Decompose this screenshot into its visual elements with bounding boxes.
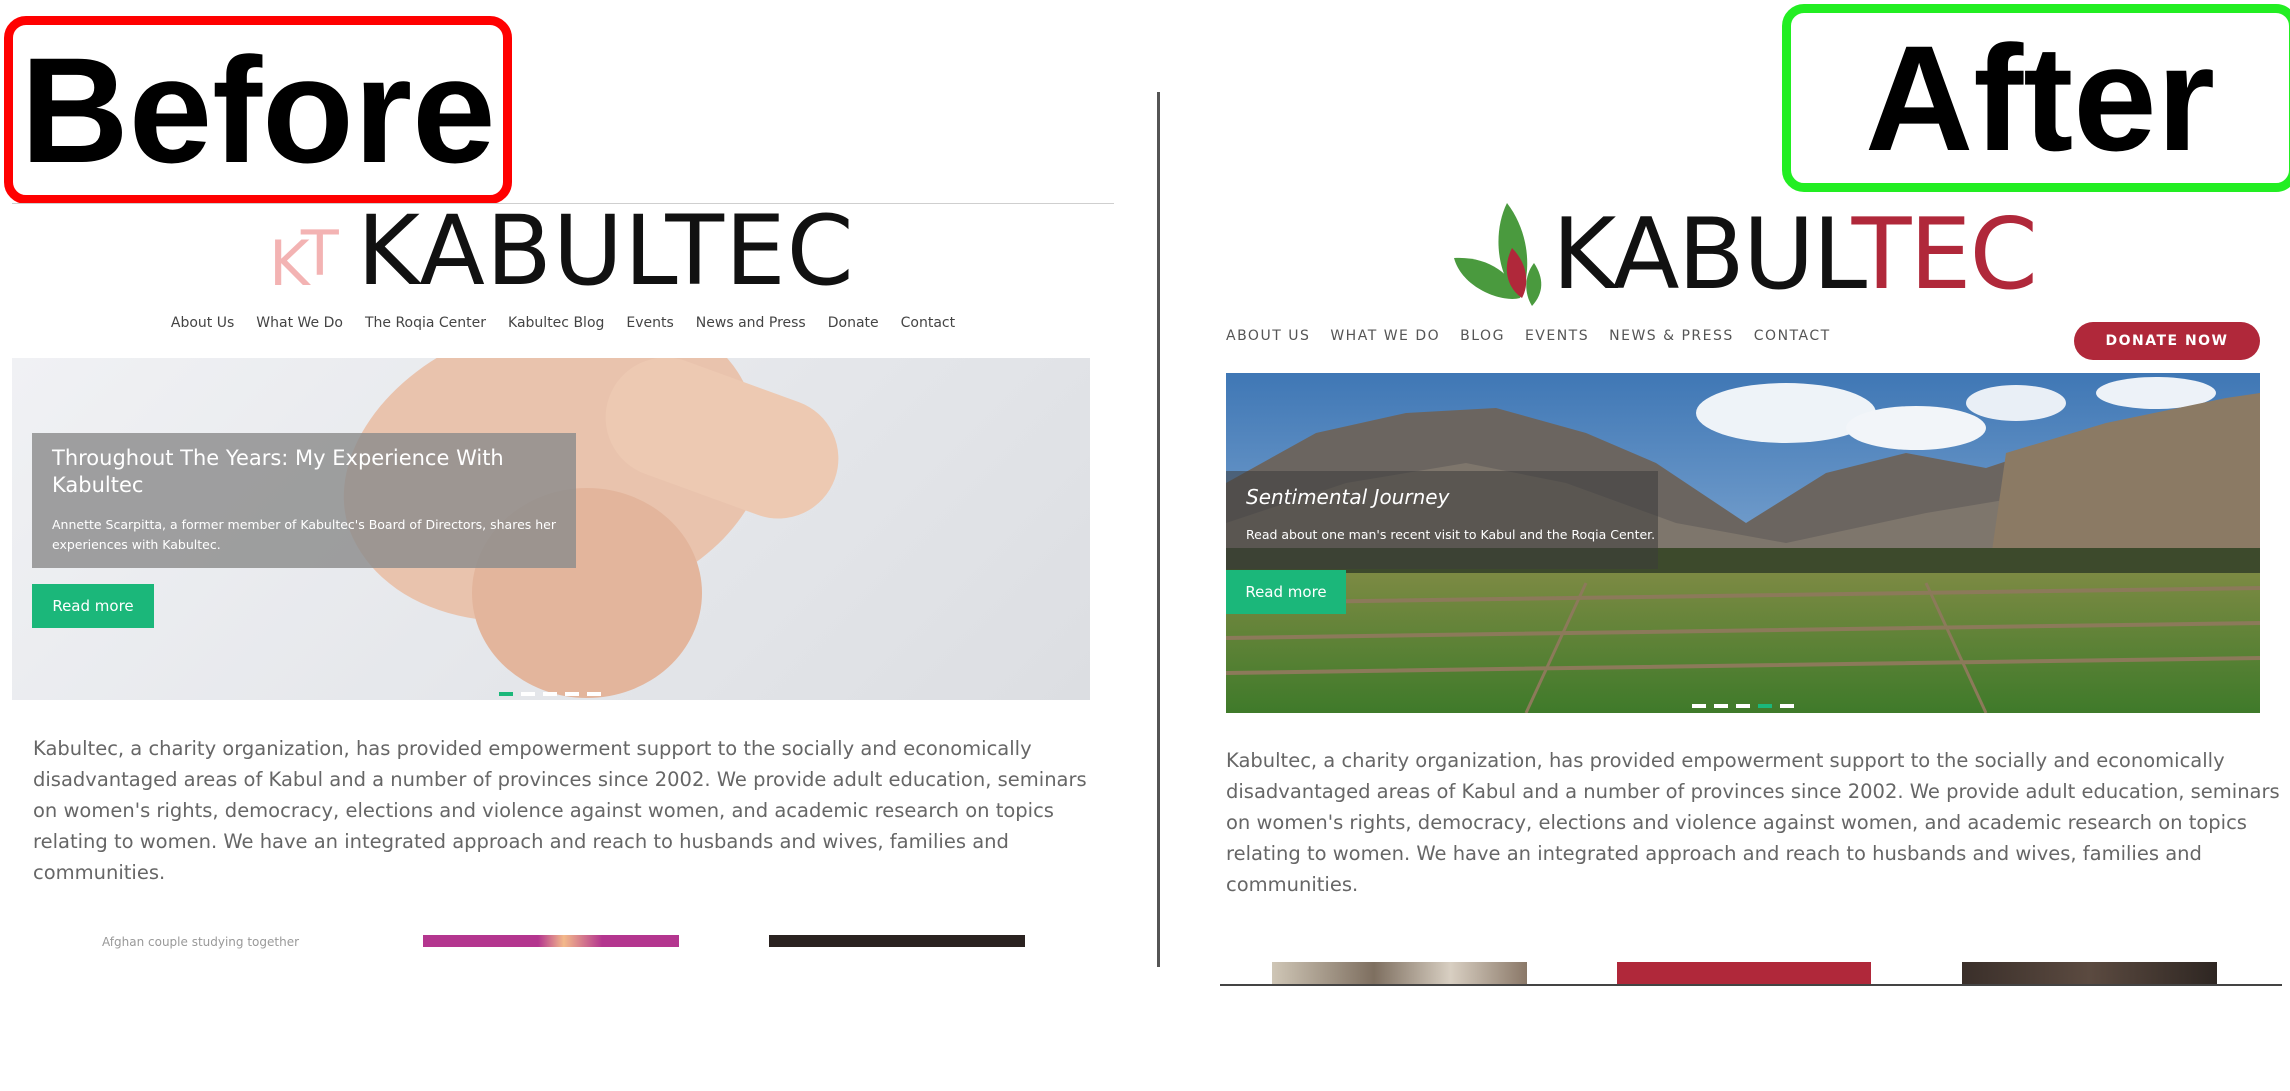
nav-item-events[interactable]: EVENTS [1525,328,1589,344]
logo-wordmark: KABULTEC [1552,198,2038,312]
nav-item-events[interactable]: Events [626,315,673,331]
feature-thumbnail[interactable] [1617,962,1871,984]
nav-item-what-we-do[interactable]: What We Do [256,315,343,331]
nav-item-blog[interactable]: BLOG [1460,328,1505,344]
logo-monogram: KT [269,217,339,300]
nav-item-contact[interactable]: CONTACT [1754,328,1831,344]
site-logo[interactable]: KABULTEC [1452,188,2052,312]
nav-item-about-us[interactable]: ABOUT US [1226,328,1310,344]
main-nav: About Us What We Do The Roqia Center Kabult… [12,315,1114,331]
logo-wordmark: KABULTEC [357,195,855,307]
before-label: Before [4,16,512,204]
slider-dot[interactable] [1736,704,1750,708]
slider-dot[interactable] [1692,704,1706,708]
leaf-logo-icon [1454,203,1542,306]
feature-thumbnails [1222,962,2290,986]
hero-slider: Throughout The Years: My Experience With… [12,358,1090,700]
hero-caption: Sentimental Journey Read about one man's… [1226,471,1658,569]
donate-now-button[interactable]: DONATE NOW [2074,322,2260,360]
slider-dot[interactable] [543,692,557,696]
broken-image-alt-text[interactable]: Afghan couple studying together [102,935,299,949]
nav-item-news-press[interactable]: NEWS & PRESS [1609,328,1734,344]
slider-dot[interactable] [521,692,535,696]
hero-slider: Sentimental Journey Read about one man's… [1226,373,2260,713]
nav-item-donate[interactable]: Donate [828,315,879,331]
hero-caption: Throughout The Years: My Experience With… [32,433,576,568]
hero-description: Annette Scarpitta, a former member of Ka… [52,517,557,552]
hero-title: Throughout The Years: My Experience With… [52,446,504,497]
feature-thumbnail[interactable] [1272,962,1527,984]
intro-text: Kabultec, a charity organization, has pr… [33,737,1087,884]
nav-item-blog[interactable]: Kabultec Blog [508,315,604,331]
feature-thumbnails: Afghan couple studying together [12,933,1114,949]
slider-dot[interactable] [1780,704,1794,708]
nav-item-contact[interactable]: Contact [901,315,955,331]
read-more-button[interactable]: Read more [1226,570,1346,614]
slider-dot[interactable] [565,692,579,696]
main-nav: ABOUT US WHAT WE DO BLOG EVENTS NEWS & PRESS… [1226,328,1851,344]
slider-dot[interactable] [1758,704,1772,708]
slider-dot[interactable] [499,692,513,696]
comparison-divider [1157,92,1160,967]
feature-thumbnail[interactable] [423,935,679,947]
feature-thumbnail[interactable] [1962,962,2217,984]
hero-description: Read about one man's recent visit to Kab… [1246,527,1656,542]
nav-item-what-we-do[interactable]: WHAT WE DO [1330,328,1440,344]
site-logo[interactable]: KT KABULTEC [257,195,857,307]
nav-item-news-press[interactable]: News and Press [696,315,806,331]
slider-dot[interactable] [1714,704,1728,708]
nav-item-roqia-center[interactable]: The Roqia Center [365,315,486,331]
hero-title: Sentimental Journey [1246,485,1450,509]
intro-text: Kabultec, a charity organization, has pr… [1226,749,2280,896]
feature-thumbnail[interactable] [769,935,1025,947]
nav-item-about-us[interactable]: About Us [171,315,234,331]
slider-pagination [499,683,609,700]
read-more-button[interactable]: Read more [32,584,154,628]
after-label: After [1782,4,2290,192]
slider-pagination [1692,695,1802,713]
crop-line [1220,984,2282,986]
slider-dot[interactable] [587,692,601,696]
